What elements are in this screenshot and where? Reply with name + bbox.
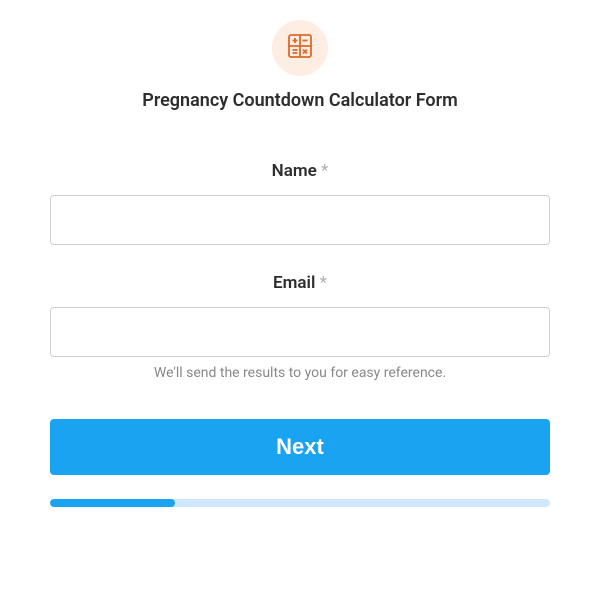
calculator-icon (286, 32, 314, 64)
progress-fill (50, 499, 175, 507)
progress-bar (50, 499, 550, 507)
name-field-group: Name * (50, 161, 550, 245)
name-label-text: Name (272, 161, 317, 181)
header-icon-circle (272, 20, 328, 76)
email-label: Email * (50, 273, 550, 293)
name-label: Name * (50, 161, 550, 181)
email-help-text: We'll send the results to you for easy r… (50, 365, 550, 381)
name-input[interactable] (50, 195, 550, 245)
required-asterisk: * (321, 161, 328, 181)
required-asterisk: * (320, 273, 327, 293)
form-title: Pregnancy Countdown Calculator Form (142, 90, 457, 111)
email-input[interactable] (50, 307, 550, 357)
email-field-group: Email * We'll send the results to you fo… (50, 273, 550, 381)
email-label-text: Email (273, 273, 315, 293)
next-button[interactable]: Next (50, 419, 550, 475)
